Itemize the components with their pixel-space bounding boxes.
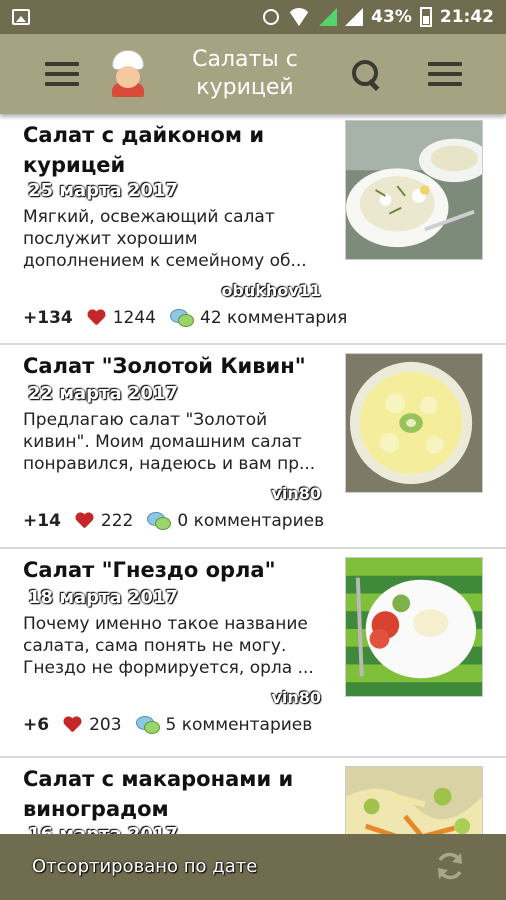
sort-label[interactable]: Отсортировано по дате (32, 856, 257, 877)
comments-count: 0 комментариев (177, 511, 325, 531)
recipe-description: Мягкий, освежающий салат послужит хороши… (23, 207, 307, 271)
comments-count: 42 комментария (200, 308, 348, 328)
signal-icon (319, 8, 338, 26)
comments-icon (170, 309, 194, 327)
recipe-stats: +134 1244 42 комментария (23, 308, 347, 328)
menu-icon[interactable] (45, 62, 79, 86)
recipe-description: Почему именно такое название салата, сам… (23, 614, 314, 678)
page-title: Салаты с курицей (192, 47, 298, 100)
alarm-icon (263, 9, 280, 25)
status-icons: 43% 21:42 (263, 0, 494, 34)
recipe-list: Салат с дайконом и курицей 25 марта 2017… (0, 114, 506, 834)
refresh-icon[interactable] (434, 850, 466, 882)
recipe-title: Салат "Гнездо орла" (23, 558, 276, 582)
likes-count: 203 (89, 715, 122, 735)
recipe-author[interactable]: vin80 (271, 688, 321, 707)
recipe-title: Салат "Золотой Кивин" (23, 354, 306, 378)
rating: +134 (23, 308, 73, 328)
comments-icon (147, 512, 172, 530)
recipe-description: Предлагаю салат "Золотой кивин". Моим до… (23, 410, 316, 474)
rating: +14 (23, 511, 61, 531)
recipe-date: 25 марта 2017 (28, 180, 179, 201)
menu-icon[interactable] (428, 62, 462, 86)
recipe-title: Салат с макаронами и виноградом (23, 767, 294, 821)
image-icon (12, 9, 30, 25)
clock: 21:42 (439, 7, 494, 27)
recipe-stats: +14 222 0 комментариев (23, 511, 324, 531)
heart-icon (63, 717, 81, 734)
wifi-icon (287, 8, 312, 26)
search-icon[interactable] (352, 60, 382, 92)
rating: +6 (23, 715, 50, 735)
likes-count: 222 (100, 511, 134, 531)
recipe-date: 18 марта 2017 (28, 587, 179, 608)
likes-count: 1244 (112, 308, 156, 328)
recipe-author[interactable]: vin80 (271, 484, 321, 503)
recipe-title: Салат с дайконом и курицей (23, 123, 265, 177)
recipe-thumbnail[interactable] (345, 766, 483, 834)
battery-icon (419, 7, 432, 27)
heart-icon (75, 513, 93, 530)
chef-logo (106, 51, 150, 97)
bottom-bar: Отсортировано по дате (0, 834, 506, 900)
list-item[interactable]: Салат с макаронами и виноградом 16 марта… (0, 758, 506, 834)
recipe-date: 22 марта 2017 (28, 383, 179, 404)
recipe-thumbnail[interactable] (345, 120, 483, 260)
app-bar: Салаты с курицей (0, 34, 506, 114)
heart-icon (87, 310, 105, 327)
recipe-stats: +6 203 5 комментариев (23, 715, 312, 735)
battery-percent: 43% (371, 7, 412, 27)
recipe-date: 16 марта 2017 (28, 824, 178, 834)
signal-icon (345, 8, 364, 26)
list-item[interactable]: Салат "Золотой Кивин" 22 марта 2017 Пред… (0, 345, 506, 549)
comments-count: 5 комментариев (165, 715, 313, 735)
list-item[interactable]: Салат с дайконом и курицей 25 марта 2017… (0, 114, 506, 345)
status-bar: 43% 21:42 (0, 0, 506, 34)
recipe-author[interactable]: obukhov11 (221, 281, 321, 300)
recipe-thumbnail[interactable] (345, 353, 483, 493)
recipe-thumbnail[interactable] (345, 557, 483, 697)
comments-icon (135, 716, 160, 734)
list-item[interactable]: Салат "Гнездо орла" 18 марта 2017 Почему… (0, 549, 506, 758)
